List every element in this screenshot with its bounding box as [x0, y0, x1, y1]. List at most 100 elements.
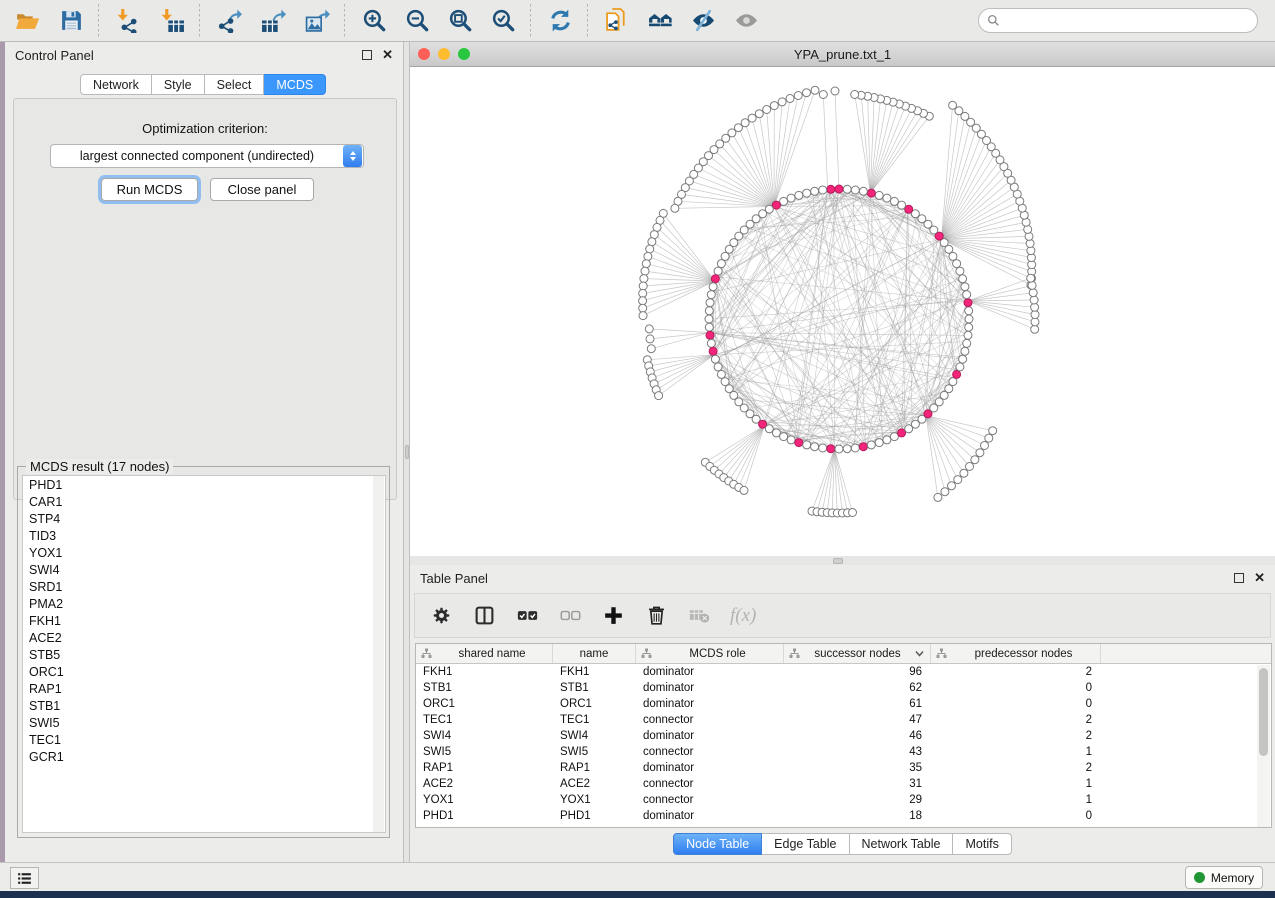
table-settings-icon[interactable] [429, 604, 453, 628]
mcds-result-item[interactable]: SRD1 [23, 578, 385, 595]
cell-name: FKH1 [553, 666, 636, 678]
vertical-splitter[interactable] [403, 42, 410, 862]
network-from-selection-icon[interactable] [602, 6, 632, 36]
table-row[interactable]: SWI4SWI4dominator462 [416, 728, 1271, 744]
function-builder-icon[interactable]: f(x) [730, 605, 756, 627]
mcds-result-item[interactable]: TID3 [23, 527, 385, 544]
vertical-splitter-handle[interactable] [405, 445, 409, 459]
table-row[interactable]: RAP1RAP1dominator352 [416, 760, 1271, 776]
mcds-result-item[interactable]: TEC1 [23, 731, 385, 748]
table-tab-network-table[interactable]: Network Table [850, 833, 954, 855]
task-history-button[interactable] [10, 867, 39, 889]
table-row[interactable]: STB1STB1dominator620 [416, 680, 1271, 696]
mcds-result-item[interactable]: SWI5 [23, 714, 385, 731]
open-file-icon[interactable] [12, 6, 42, 36]
search-input[interactable] [1000, 11, 1257, 31]
mcds-result-item[interactable]: STB5 [23, 646, 385, 663]
toolbar-separator [530, 4, 531, 38]
network-overview-icon[interactable] [645, 6, 675, 36]
import-network-icon[interactable] [113, 6, 143, 36]
table-row[interactable]: YOX1YOX1connector291 [416, 792, 1271, 808]
float-table-panel-icon[interactable] [1234, 573, 1244, 583]
close-panel-button[interactable]: Close panel [210, 178, 314, 201]
tab-select[interactable]: Select [205, 74, 265, 95]
float-panel-icon[interactable] [362, 50, 372, 60]
table-row[interactable]: ACE2ACE2connector311 [416, 776, 1271, 792]
shared-column-icon [421, 648, 432, 659]
cell-name: PHD1 [553, 810, 636, 822]
zoom-fit-icon[interactable] [445, 6, 475, 36]
table-scrollbar[interactable] [1257, 665, 1270, 827]
hide-selected-icon[interactable] [688, 6, 718, 36]
cell-MCDS-role: connector [636, 746, 784, 758]
export-network-icon[interactable] [214, 6, 244, 36]
apply-layout-icon[interactable] [545, 6, 575, 36]
memory-button[interactable]: Memory [1185, 866, 1263, 889]
zoom-out-icon[interactable] [402, 6, 432, 36]
mcds-result-item[interactable]: STB1 [23, 697, 385, 714]
delete-row-icon[interactable] [644, 604, 668, 628]
tab-network[interactable]: Network [80, 74, 152, 95]
search-box[interactable] [978, 8, 1258, 33]
add-row-icon[interactable] [601, 604, 625, 628]
close-panel-icon[interactable]: ✕ [382, 50, 393, 60]
table-tab-node-table[interactable]: Node Table [673, 833, 762, 855]
column-header-predecessor-nodes[interactable]: predecessor nodes [931, 644, 1101, 663]
mcds-result-item[interactable]: SWI4 [23, 561, 385, 578]
mcds-result-item[interactable]: CAR1 [23, 493, 385, 510]
cell-name: SWI4 [553, 730, 636, 742]
mcds-result-item[interactable]: PHD1 [23, 476, 385, 493]
mcds-result-item[interactable]: ACE2 [23, 629, 385, 646]
column-header-MCDS-role[interactable]: MCDS role [636, 644, 784, 663]
delete-table-icon[interactable] [687, 604, 711, 628]
zoom-in-icon[interactable] [359, 6, 389, 36]
network-canvas[interactable] [410, 67, 1275, 556]
mcds-result-group: MCDS result (17 nodes) PHD1CAR1STP4TID3Y… [17, 466, 390, 838]
mcds-result-item[interactable]: GCR1 [23, 748, 385, 765]
column-header-successor-nodes[interactable]: successor nodes [784, 644, 931, 663]
shared-column-icon [936, 648, 947, 659]
table-row[interactable]: SWI5SWI5connector431 [416, 744, 1271, 760]
cell-successor-nodes: 29 [784, 794, 931, 806]
save-session-icon[interactable] [56, 6, 86, 36]
table-tab-motifs[interactable]: Motifs [953, 833, 1011, 855]
mcds-result-item[interactable]: RAP1 [23, 680, 385, 697]
tab-style[interactable]: Style [152, 74, 205, 95]
table-row[interactable]: ORC1ORC1dominator610 [416, 696, 1271, 712]
table-tab-edge-table[interactable]: Edge Table [762, 833, 849, 855]
run-mcds-button[interactable]: Run MCDS [101, 178, 198, 201]
network-window-titlebar[interactable]: YPA_prune.txt_1 [410, 42, 1275, 67]
tab-mcds[interactable]: MCDS [264, 74, 326, 95]
cell-successor-nodes: 47 [784, 714, 931, 726]
mcds-result-item[interactable]: ORC1 [23, 663, 385, 680]
column-header-shared-name[interactable]: shared name [416, 644, 553, 663]
mcds-result-item[interactable]: PMA2 [23, 595, 385, 612]
node-table[interactable]: shared namenameMCDS rolesuccessor nodesp… [415, 643, 1272, 828]
import-table-icon[interactable] [157, 6, 187, 36]
close-table-panel-icon[interactable]: ✕ [1254, 573, 1265, 583]
show-columns-icon[interactable] [472, 604, 496, 628]
export-image-icon[interactable] [302, 6, 332, 36]
mcds-result-list[interactable]: PHD1CAR1STP4TID3YOX1SWI4SRD1PMA2FKH1ACE2… [22, 475, 386, 833]
horizontal-splitter[interactable] [410, 556, 1275, 565]
deselect-all-icon[interactable] [558, 604, 582, 628]
cell-shared-name: RAP1 [416, 762, 553, 774]
cell-successor-nodes: 46 [784, 730, 931, 742]
table-scrollbar-thumb[interactable] [1259, 668, 1268, 756]
column-header-name[interactable]: name [553, 644, 636, 663]
mcds-result-item[interactable]: STP4 [23, 510, 385, 527]
show-all-icon[interactable] [731, 6, 761, 36]
mcds-result-item[interactable]: YOX1 [23, 544, 385, 561]
zoom-selected-icon[interactable] [488, 6, 518, 36]
cell-shared-name: SWI4 [416, 730, 553, 742]
select-all-icon[interactable] [515, 604, 539, 628]
table-row[interactable]: TEC1TEC1connector472 [416, 712, 1271, 728]
table-row[interactable]: FKH1FKH1dominator962 [416, 664, 1271, 680]
horizontal-splitter-handle[interactable] [833, 558, 843, 564]
table-row[interactable]: PHD1PHD1dominator180 [416, 808, 1271, 824]
mcds-list-scrollbar[interactable] [373, 476, 384, 832]
optimization-criterion-select[interactable]: largest connected component (undirected) [50, 144, 364, 168]
mcds-result-item[interactable]: FKH1 [23, 612, 385, 629]
export-table-icon[interactable] [258, 6, 288, 36]
cell-predecessor-nodes: 1 [931, 794, 1101, 806]
